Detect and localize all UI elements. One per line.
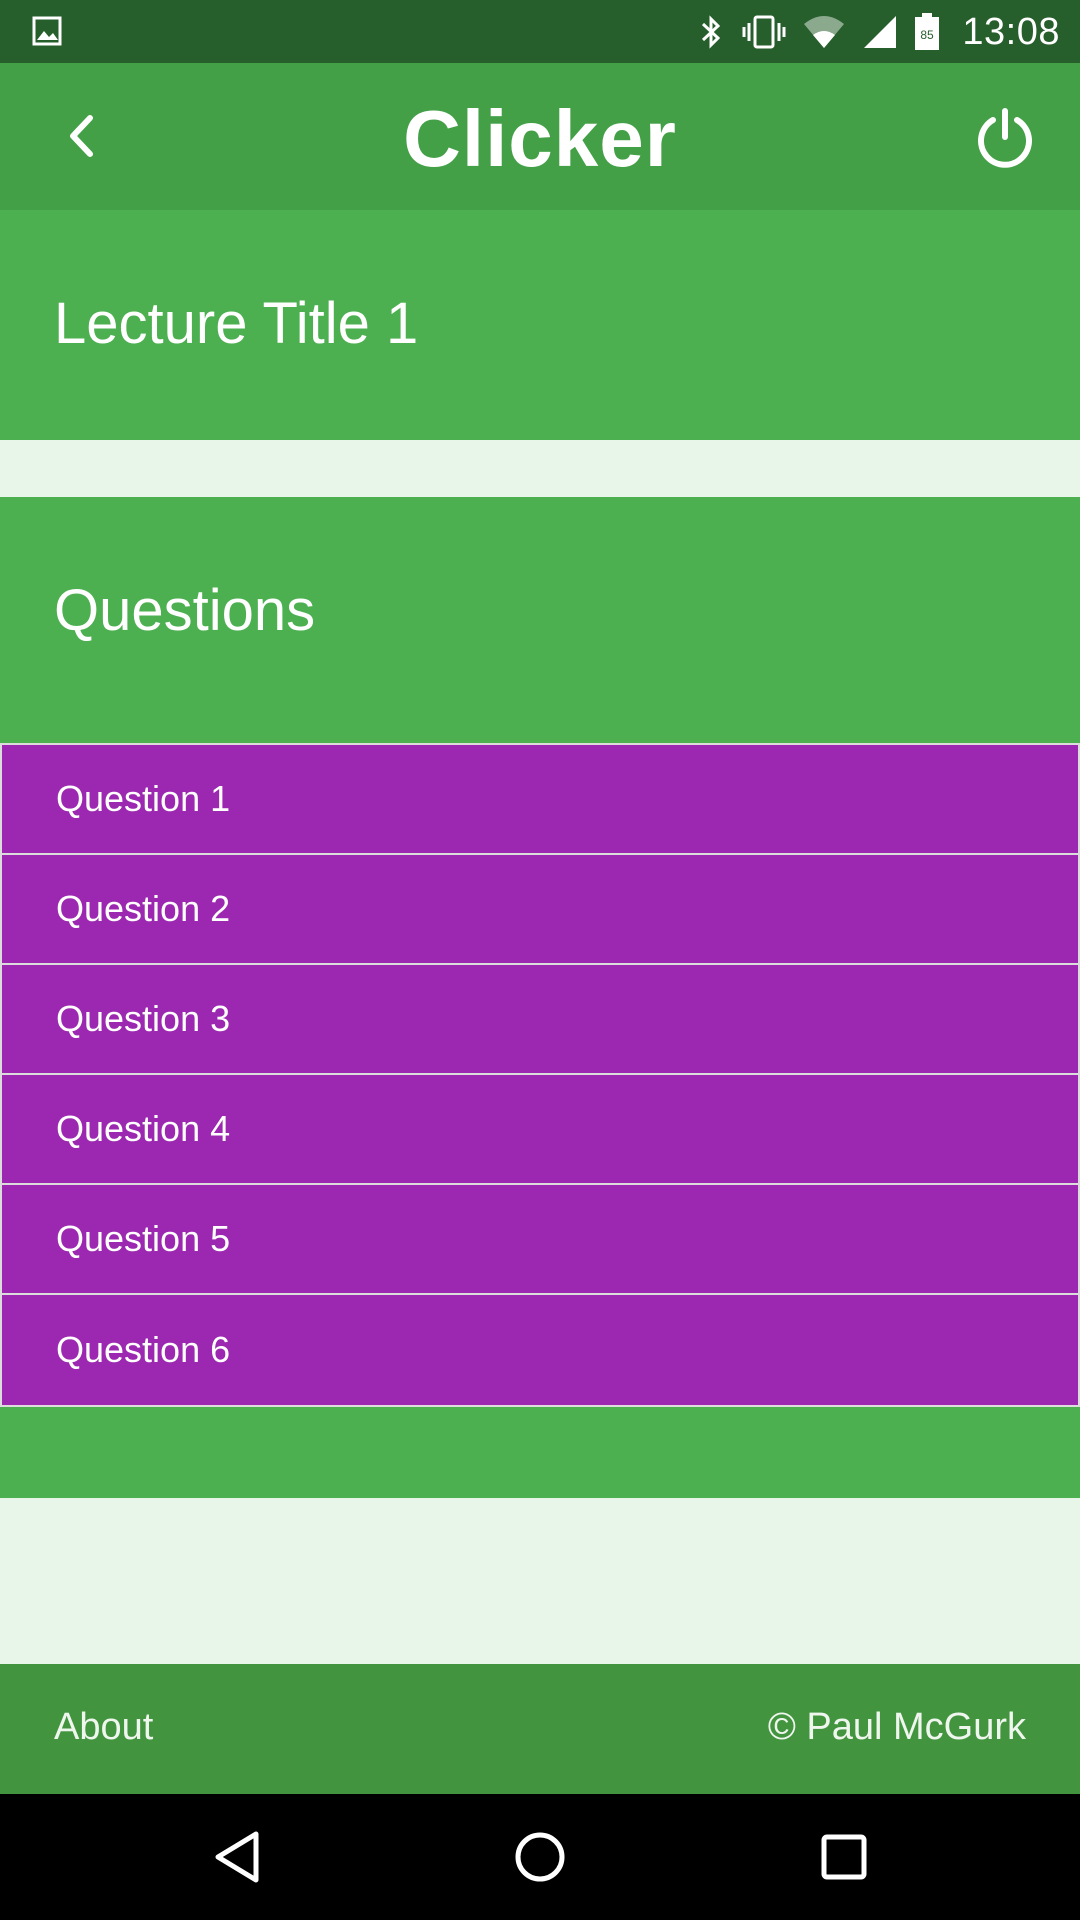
app-bar: Clicker [0, 63, 1080, 210]
question-label: Question 3 [56, 998, 231, 1039]
question-label: Question 6 [56, 1329, 231, 1370]
question-item-3[interactable]: Question 3 [2, 965, 1078, 1075]
back-triangle-icon[interactable] [202, 1822, 272, 1892]
question-item-5[interactable]: Question 5 [2, 1185, 1078, 1295]
bluetooth-icon [696, 14, 726, 50]
battery-icon: 85 [914, 13, 940, 50]
signal-icon [862, 14, 898, 50]
system-nav-bar [0, 1794, 1080, 1920]
lecture-title: Lecture Title 1 [54, 291, 419, 356]
question-list: Question 1 Question 2 Question 3 Questio… [0, 743, 1080, 1407]
wifi-icon [802, 14, 846, 50]
home-circle-icon[interactable] [505, 1822, 575, 1892]
app-title: Clicker [403, 94, 677, 183]
vibrate-icon [742, 14, 786, 50]
about-link[interactable]: About [54, 1706, 153, 1749]
question-label: Question 1 [56, 778, 231, 819]
question-item-4[interactable]: Question 4 [2, 1075, 1078, 1185]
question-label: Question 2 [56, 888, 231, 929]
status-bar: 85 13:08 [0, 0, 1080, 63]
question-item-6[interactable]: Question 6 [2, 1295, 1078, 1405]
recents-square-icon[interactable] [809, 1822, 879, 1892]
question-label: Question 4 [56, 1108, 231, 1149]
copyright-text: © Paul McGurk [767, 1706, 1026, 1748]
question-item-2[interactable]: Question 2 [2, 855, 1078, 965]
question-item-1[interactable]: Question 1 [2, 745, 1078, 855]
svg-text:85: 85 [921, 28, 935, 42]
status-time: 13:08 [962, 10, 1060, 53]
question-label: Question 5 [56, 1218, 231, 1259]
image-icon [32, 16, 62, 46]
questions-heading: Questions [54, 578, 316, 643]
questions-card: Questions Question 1 Question 2 Question… [0, 497, 1080, 1498]
power-icon[interactable] [970, 103, 1040, 173]
lecture-card: Lecture Title 1 [0, 210, 1080, 440]
footer: About © Paul McGurk [0, 1664, 1080, 1794]
